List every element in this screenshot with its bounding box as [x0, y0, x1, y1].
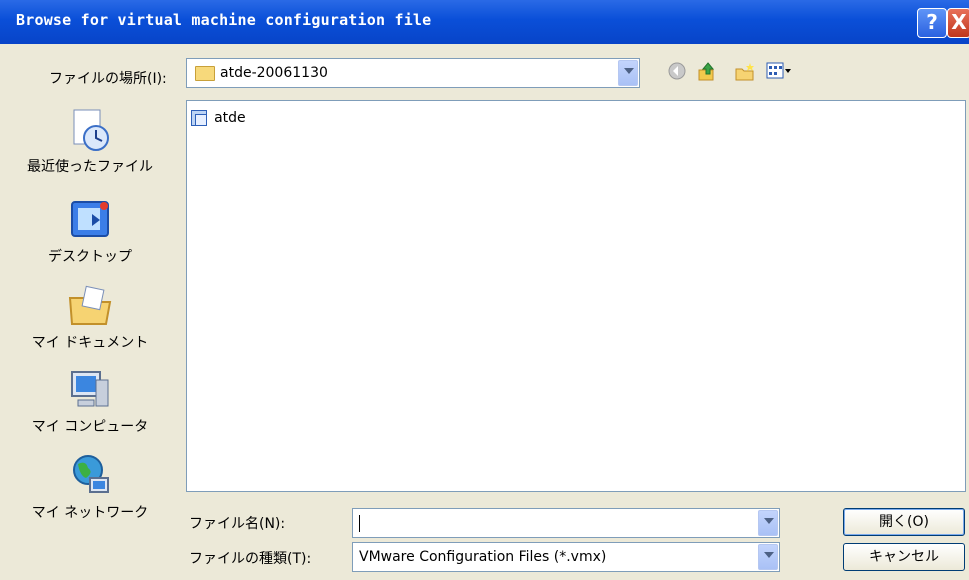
folder-icon	[195, 66, 215, 81]
place-my-documents[interactable]: マイ ドキュメント	[10, 282, 170, 352]
place-label: 最近使ったファイル	[27, 159, 153, 175]
filetype-value: VMware Configuration Files (*.vmx)	[359, 549, 607, 565]
filename-input[interactable]	[352, 508, 780, 538]
new-folder-icon[interactable]	[734, 61, 756, 83]
chevron-down-icon[interactable]	[758, 544, 778, 570]
place-label: デスクトップ	[48, 249, 132, 265]
back-icon[interactable]	[666, 61, 688, 83]
file-list[interactable]: atde	[186, 100, 966, 492]
vm-file-icon	[191, 109, 207, 126]
file-name: atde	[214, 109, 246, 126]
filetype-dropdown[interactable]: VMware Configuration Files (*.vmx)	[352, 542, 780, 572]
filename-label: ファイル名(N):	[189, 516, 286, 532]
place-my-network[interactable]: マイ ネットワーク	[10, 452, 170, 522]
place-recent-files[interactable]: 最近使ったファイル	[10, 106, 170, 176]
my-documents-icon	[66, 282, 114, 330]
place-label: マイ コンピュータ	[31, 419, 149, 435]
help-button[interactable]: ?	[917, 8, 947, 38]
title-bar: Browse for virtual machine configuration…	[0, 0, 969, 44]
place-label: マイ ドキュメント	[31, 335, 149, 351]
views-menu-icon[interactable]	[766, 61, 791, 83]
place-label: マイ ネットワーク	[31, 505, 149, 521]
up-folder-icon[interactable]	[696, 61, 718, 83]
places-bar: 最近使ったファイル デスクトップ マイ ドキュメント マイ コンピュータ マイ …	[10, 96, 170, 551]
look-in-label: ファイルの場所(I):	[49, 71, 167, 87]
filetype-label: ファイルの種類(T):	[189, 551, 312, 567]
open-button[interactable]: 開く(O)	[843, 508, 965, 536]
look-in-value: atde-20061130	[220, 65, 328, 81]
my-computer-icon	[66, 366, 114, 414]
my-network-icon	[66, 452, 114, 500]
close-button[interactable]: X	[947, 8, 969, 38]
recent-files-icon	[66, 106, 114, 154]
place-my-computer[interactable]: マイ コンピュータ	[10, 366, 170, 436]
chevron-down-icon[interactable]	[758, 510, 778, 536]
desktop-icon	[66, 196, 114, 244]
list-item[interactable]: atde	[191, 107, 246, 127]
window-title: Browse for virtual machine configuration…	[16, 11, 432, 29]
look-in-dropdown[interactable]: atde-20061130	[186, 58, 640, 88]
cancel-button[interactable]: キャンセル	[843, 543, 965, 571]
text-caret	[359, 515, 360, 532]
place-desktop[interactable]: デスクトップ	[10, 196, 170, 266]
chevron-down-icon[interactable]	[618, 60, 638, 86]
